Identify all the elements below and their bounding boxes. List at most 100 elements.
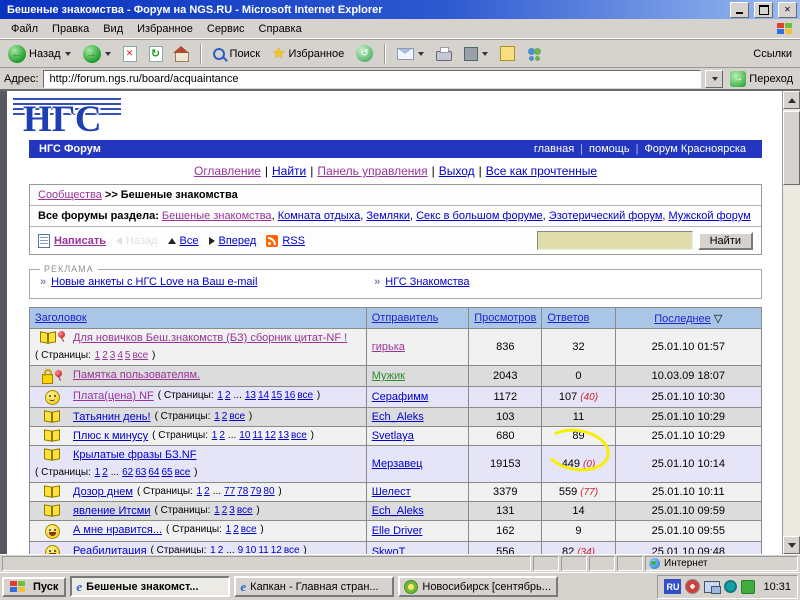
topic-author-link[interactable]: Elle Driver bbox=[372, 525, 423, 537]
page-link[interactable]: 16 bbox=[284, 390, 295, 401]
topic-author-link[interactable]: Серафимм bbox=[372, 391, 429, 403]
page-link[interactable]: 5 bbox=[125, 350, 131, 361]
page-link[interactable]: 15 bbox=[271, 390, 282, 401]
messenger-button[interactable] bbox=[523, 45, 547, 63]
header-replies-link[interactable]: Ответов bbox=[547, 312, 589, 324]
history-button[interactable] bbox=[352, 43, 377, 64]
find-button[interactable]: Найти bbox=[698, 232, 753, 250]
page-link[interactable]: 77 bbox=[224, 486, 235, 497]
page-link[interactable]: все bbox=[132, 350, 148, 361]
forum-link[interactable]: Земляки bbox=[366, 210, 416, 222]
page-link[interactable]: 1 bbox=[226, 524, 232, 535]
page-link[interactable]: все bbox=[297, 390, 313, 401]
search-button[interactable]: Поиск bbox=[209, 46, 264, 62]
page-link[interactable]: 1 bbox=[217, 390, 223, 401]
header-last-link[interactable]: Последнее bbox=[654, 313, 711, 325]
all-button[interactable]: Все bbox=[168, 235, 199, 247]
back-button[interactable]: ← Назад bbox=[4, 43, 75, 65]
ngs-logo[interactable]: НГС bbox=[13, 96, 133, 146]
back-dropdown-icon[interactable] bbox=[65, 52, 71, 56]
topic-title-link[interactable]: Реабилитация bbox=[73, 544, 147, 554]
topic-title-link[interactable]: Дозор днем bbox=[73, 485, 133, 499]
page-link[interactable]: 12 bbox=[271, 545, 282, 554]
banner-link[interactable]: Форум Красноярска bbox=[638, 143, 752, 155]
nav-link[interactable]: Все как прочтенные bbox=[486, 164, 597, 178]
address-input[interactable]: http://forum.ngs.ru/board/acquaintance bbox=[43, 70, 702, 88]
banner-link[interactable]: главная bbox=[528, 143, 580, 155]
write-button[interactable]: Написать bbox=[38, 234, 106, 248]
address-dropdown[interactable] bbox=[705, 70, 723, 88]
forum-search-input[interactable] bbox=[537, 231, 693, 250]
page-link[interactable]: 2 bbox=[102, 350, 108, 361]
page-link[interactable]: 12 bbox=[265, 430, 276, 441]
edit-button[interactable] bbox=[460, 45, 492, 63]
menu-item[interactable]: Правка bbox=[45, 21, 96, 37]
ad-link[interactable]: Новые анкеты с НГС Love на Ваш e-mail bbox=[51, 276, 257, 288]
topic-title-link[interactable]: Плата(цена) NF bbox=[73, 389, 154, 403]
page-link[interactable]: 13 bbox=[278, 430, 289, 441]
links-bar-label[interactable]: Ссылки bbox=[749, 46, 796, 62]
menu-item[interactable]: Справка bbox=[252, 21, 309, 37]
menu-item[interactable]: Вид bbox=[96, 21, 130, 37]
page-link[interactable]: 14 bbox=[258, 390, 269, 401]
red-round-icon[interactable] bbox=[685, 579, 700, 594]
page-link[interactable]: 80 bbox=[263, 486, 274, 497]
page-link[interactable]: 2 bbox=[102, 467, 108, 478]
topic-title-link[interactable]: явление Итсми bbox=[73, 504, 151, 518]
teal-round-icon[interactable] bbox=[724, 580, 737, 593]
page-link[interactable]: 1 bbox=[212, 430, 218, 441]
menu-item[interactable]: Избранное bbox=[130, 21, 200, 37]
page-link[interactable]: 64 bbox=[148, 467, 159, 478]
ad-link[interactable]: НГС Знакомства bbox=[385, 276, 469, 288]
close-button[interactable] bbox=[778, 2, 797, 18]
topic-author-link[interactable]: Мерзавец bbox=[372, 458, 423, 470]
page-link[interactable]: 1 bbox=[214, 411, 220, 422]
page-link[interactable]: 2 bbox=[225, 390, 231, 401]
start-button[interactable]: Пуск bbox=[2, 577, 66, 597]
home-button[interactable] bbox=[171, 43, 193, 64]
nav-link[interactable]: Найти bbox=[272, 164, 306, 178]
nav-link[interactable]: Выход bbox=[439, 164, 475, 178]
taskbar-window-button[interactable]: eБешеные знакомст... bbox=[70, 576, 230, 597]
page-link[interactable]: 63 bbox=[135, 467, 146, 478]
page-link[interactable]: 11 bbox=[252, 430, 262, 441]
topic-author-link[interactable]: гирька bbox=[372, 341, 405, 353]
nav-link[interactable]: Панель управления bbox=[317, 164, 427, 178]
scroll-up-button[interactable] bbox=[783, 91, 800, 109]
page-link[interactable]: 79 bbox=[250, 486, 261, 497]
menu-item[interactable]: Сервис bbox=[200, 21, 252, 37]
mail-dropdown-icon[interactable] bbox=[418, 52, 424, 56]
maximize-button[interactable] bbox=[754, 2, 773, 18]
page-link[interactable]: все bbox=[284, 545, 300, 554]
refresh-button[interactable] bbox=[145, 44, 167, 64]
forum-link[interactable]: Бешеные знакомства bbox=[162, 210, 278, 222]
page-link[interactable]: 2 bbox=[218, 545, 224, 554]
mail-button[interactable] bbox=[393, 46, 428, 62]
banner-link[interactable]: помощь bbox=[583, 143, 636, 155]
page-link[interactable]: 1 bbox=[214, 505, 220, 516]
page-link[interactable]: 62 bbox=[122, 467, 133, 478]
page-link[interactable]: 4 bbox=[117, 350, 123, 361]
forum-link[interactable]: Комната отдыха bbox=[278, 210, 367, 222]
forward-button[interactable]: → bbox=[79, 43, 115, 65]
scrollbar-thumb[interactable] bbox=[783, 111, 800, 185]
page-link[interactable]: 2 bbox=[222, 505, 228, 516]
topic-title-link[interactable]: Татьянин день! bbox=[73, 410, 151, 424]
topic-title-link[interactable]: Памятка пользователям. bbox=[73, 368, 200, 382]
page-link[interactable]: 1 bbox=[197, 486, 203, 497]
page-link[interactable]: 13 bbox=[245, 390, 256, 401]
edit-dropdown-icon[interactable] bbox=[482, 52, 488, 56]
page-link[interactable]: 1 bbox=[95, 350, 101, 361]
page-link[interactable]: 78 bbox=[237, 486, 248, 497]
favorites-button[interactable]: ★ Избранное bbox=[268, 44, 348, 63]
page-link[interactable]: 9 bbox=[238, 545, 244, 554]
header-title-link[interactable]: Заголовок bbox=[35, 312, 87, 324]
page-link[interactable]: 3 bbox=[110, 350, 116, 361]
breadcrumb-root-link[interactable]: Сообщества bbox=[38, 189, 102, 201]
topic-author-link[interactable]: Ech_Aleks bbox=[372, 505, 424, 517]
forum-link[interactable]: Эзотерический форум bbox=[549, 210, 669, 222]
header-sender-link[interactable]: Отправитель bbox=[372, 312, 439, 324]
topic-title-link[interactable]: Крылатые фразы БЗ.NF bbox=[73, 448, 196, 462]
page-link[interactable]: все bbox=[229, 411, 245, 422]
forum-link[interactable]: Мужской форум bbox=[669, 210, 751, 222]
